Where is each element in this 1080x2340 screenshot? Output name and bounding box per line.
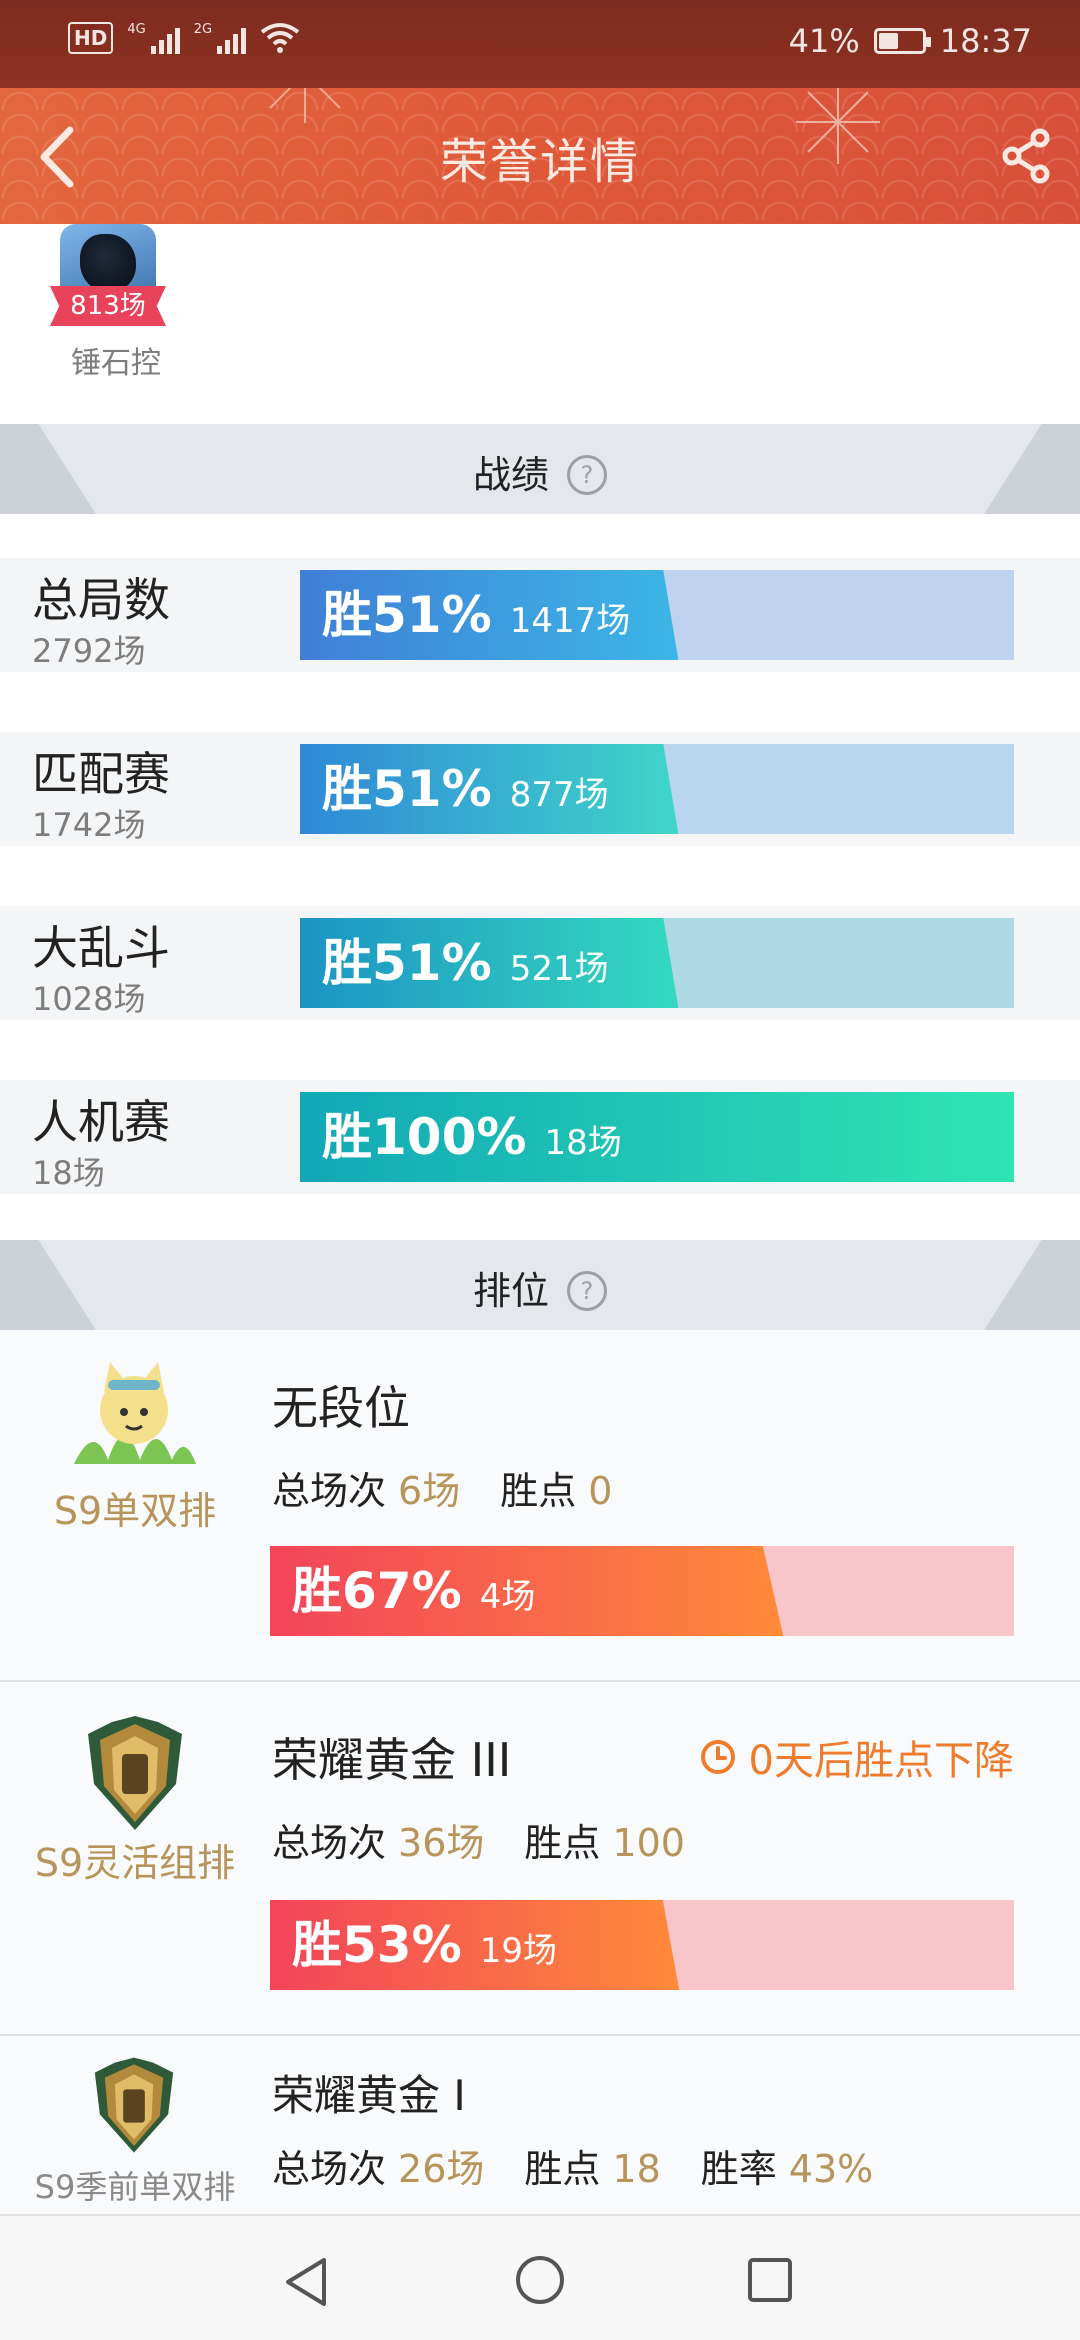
mode-count: 1742场	[32, 806, 146, 844]
win-bar: 胜53% 19场	[270, 1900, 1014, 1990]
battery-icon	[873, 28, 931, 54]
rank-row[interactable]: S9单双排 无段位 总场次 6场 胜点 0 胜67% 4场	[0, 1330, 1080, 1682]
win-bar: 胜51% 521场	[300, 918, 1014, 1008]
win-percent: 胜67%	[292, 1562, 462, 1620]
games-ribbon: 813场	[50, 286, 166, 326]
win-bar: 胜51% 877场	[300, 744, 1014, 834]
win-games: 4场	[479, 1577, 536, 1617]
gold-tier-emblem-icon	[88, 1716, 182, 1830]
page-header: 荣誉详情	[0, 88, 1080, 224]
mode-name: 匹配赛	[32, 747, 170, 801]
stat-row[interactable]: 总局数 2792场 胜51% 1417场	[0, 558, 1080, 672]
win-games: 877场	[509, 775, 609, 815]
nav-back-button[interactable]	[280, 2254, 336, 2310]
champion-name: 锤石控	[71, 346, 161, 381]
hd-indicator: HD	[68, 22, 114, 54]
help-icon[interactable]: ?	[567, 454, 607, 495]
clock-time: 18:37	[939, 22, 1032, 60]
status-bar: HD 4G 2G 41% 18:37	[0, 0, 1080, 88]
lp-decay-notice: 0天后胜点下降	[699, 1728, 1014, 1786]
signal-2g-icon: 2G	[194, 22, 247, 54]
win-bar: 胜67% 4场	[270, 1546, 1014, 1636]
tier-name: 无段位	[272, 1381, 410, 1435]
win-bar: 胜100% 18场	[300, 1092, 1014, 1182]
rank-stats: 总场次 36场 胜点 100	[272, 1821, 685, 1865]
rank-stats: 总场次 6场 胜点 0	[272, 1469, 613, 1513]
battery-percent: 41%	[788, 22, 860, 60]
wifi-icon	[260, 23, 300, 53]
mode-name: 总局数	[32, 573, 170, 627]
queue-name: S9灵活组排	[34, 1841, 236, 1885]
tier-name: 荣耀黄金 I	[272, 2071, 466, 2120]
rank-section-header: 排位?	[0, 1240, 1080, 1330]
section-title: 排位	[472, 1269, 549, 1313]
mode-name: 大乱斗	[32, 921, 170, 975]
rank-stats: 总场次 26场 胜点 18 胜率 43%	[272, 2147, 874, 2191]
queue-name: S9季前单双排	[34, 2168, 236, 2206]
teemo-emblem-icon	[74, 1362, 196, 1464]
page-title: 荣誉详情	[439, 134, 640, 190]
signal-4g-icon: 4G	[127, 22, 180, 54]
win-games: 1417场	[509, 601, 631, 641]
mode-name: 人机赛	[32, 1095, 170, 1149]
most-played-champion[interactable]: 813场 锤石控	[50, 224, 168, 381]
system-nav-bar	[0, 2214, 1080, 2340]
rank-row[interactable]: S9灵活组排 荣耀黄金 III 0天后胜点下降 总场次 36场 胜点 100 胜53%…	[0, 1682, 1080, 2036]
rank-row[interactable]: S9季前单双排 荣耀黄金 I 总场次 26场 胜点 18 胜率 43%	[0, 2036, 1080, 2214]
win-games: 521场	[509, 949, 609, 989]
queue-name: S9单双排	[53, 1489, 217, 1533]
battery-fill	[878, 33, 898, 49]
section-title: 战绩	[472, 453, 549, 497]
win-games: 18场	[544, 1123, 622, 1163]
nav-home-button[interactable]	[512, 2252, 568, 2308]
stat-row[interactable]: 匹配赛 1742场 胜51% 877场	[0, 732, 1080, 846]
win-percent: 胜51%	[322, 586, 492, 644]
mode-count: 18场	[32, 1154, 105, 1192]
win-games: 19场	[479, 1931, 557, 1971]
mode-count: 1028场	[32, 980, 146, 1018]
stat-row[interactable]: 大乱斗 1028场 胜51% 521场	[0, 906, 1080, 1020]
mode-count: 2792场	[32, 632, 146, 670]
share-button[interactable]	[996, 124, 1056, 188]
win-bar: 胜51% 1417场	[300, 570, 1014, 660]
clock-icon	[700, 1740, 735, 1774]
nav-recent-button[interactable]	[744, 2254, 796, 2306]
win-percent: 胜51%	[322, 760, 492, 818]
stat-row[interactable]: 人机赛 18场 胜100% 18场	[0, 1080, 1080, 1194]
gold-tier-emblem-icon	[94, 2057, 174, 2153]
win-percent: 胜53%	[292, 1916, 462, 1974]
win-percent: 胜100%	[322, 1108, 527, 1166]
win-percent: 胜51%	[322, 934, 492, 992]
tier-name: 荣耀黄金 III	[272, 1733, 512, 1787]
record-section-header: 战绩?	[0, 424, 1080, 514]
help-icon[interactable]: ?	[567, 1270, 607, 1311]
